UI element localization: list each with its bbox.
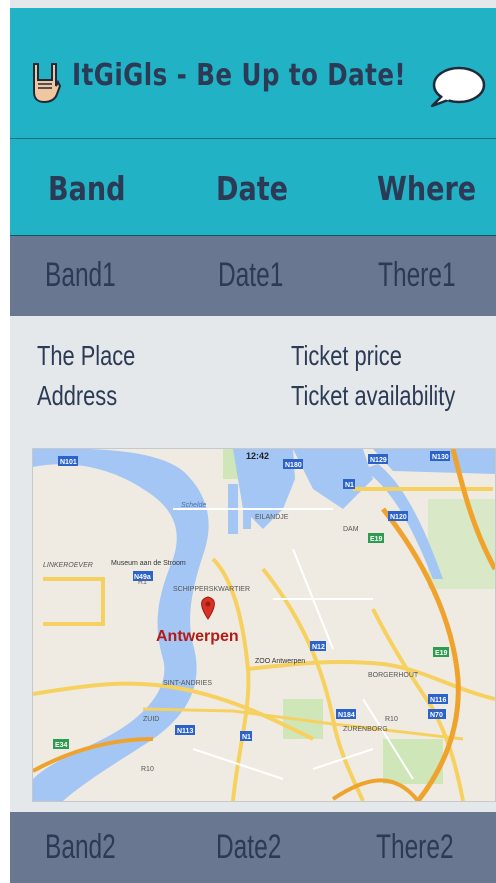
- map-label-r1: R1: [138, 579, 147, 586]
- map-label-borgerhout: BORGERHOUT: [368, 672, 419, 679]
- gig-row-2-where: There2: [376, 828, 454, 866]
- road-label-n180: N180: [285, 462, 302, 469]
- gig-row-2[interactable]: Band2 Date2 There2: [10, 812, 496, 883]
- map-label-schelde: Schelde: [181, 502, 206, 509]
- gig-row-1-band: Band1: [45, 256, 116, 294]
- map-label-linkeroever: LINKEROEVER: [43, 562, 93, 569]
- map-label-zuid: ZUID: [143, 716, 159, 723]
- location-map[interactable]: N101 N180 N129 N130 N1 N120 N49a E19 E34…: [32, 448, 496, 802]
- road-label-n101: N101: [60, 459, 77, 466]
- road-label-n113: N113: [177, 728, 193, 735]
- road-label-e34: E34: [55, 742, 68, 749]
- road-label-n184: N184: [338, 712, 355, 719]
- map-time: 12:42: [246, 451, 269, 461]
- road-label-n1: N1: [345, 482, 354, 489]
- gig-row-2-band: Band2: [45, 828, 116, 866]
- app-title: ItGiGls - Be Up to Date!: [72, 58, 407, 93]
- map-label-museum: Museum aan de Stroom: [111, 560, 186, 567]
- map-label-zoo: ZOO Antwerpen: [255, 658, 305, 665]
- map-canvas[interactable]: N101 N180 N129 N130 N1 N120 N49a E19 E34…: [33, 449, 495, 801]
- column-header-date[interactable]: Date: [216, 169, 288, 208]
- column-header-band[interactable]: Band: [48, 169, 126, 208]
- place-address: Address: [37, 380, 118, 411]
- road-label-n70: N70: [430, 712, 443, 719]
- app-header: ItGiGls - Be Up to Date!: [10, 8, 496, 139]
- speech-bubble-icon[interactable]: [428, 65, 486, 109]
- map-label-zurenborg: ZURENBORG: [343, 726, 388, 733]
- ticket-availability: Ticket availability: [291, 380, 456, 411]
- gig-row-1-date: Date1: [218, 256, 284, 294]
- gig-detail-panel: The Place Address Ticket price Ticket av…: [10, 318, 496, 812]
- road-label-n130: N130: [432, 454, 449, 461]
- ticket-price: Ticket price: [291, 340, 402, 371]
- gig-row-1-where: There1: [378, 256, 456, 294]
- column-header-bar: Band Date Where: [10, 139, 496, 236]
- road-label-n129: N129: [370, 457, 387, 464]
- map-label-dam: DAM: [343, 526, 359, 533]
- map-label-schipperskwartier: SCHIPPERSKWARTIER: [173, 586, 250, 593]
- gig-row-2-date: Date2: [216, 828, 282, 866]
- road-label-n120: N120: [390, 514, 407, 521]
- road-label-e19: E19: [370, 536, 383, 543]
- map-city-label: Antwerpen: [156, 628, 239, 645]
- rock-hand-icon: [33, 63, 62, 104]
- place-name: The Place: [37, 340, 136, 371]
- road-label-n1b: N1: [242, 734, 251, 741]
- map-label-sint-andries: SINT-ANDRIES: [163, 680, 212, 687]
- road-label-e19b: E19: [435, 650, 448, 657]
- map-label-r10b: R10: [385, 716, 398, 723]
- road-label-n116: N116: [430, 697, 446, 704]
- app-frame: ItGiGls - Be Up to Date! Band Date Where…: [10, 0, 496, 883]
- gig-row-1[interactable]: Band1 Date1 There1: [10, 236, 496, 316]
- map-label-eilandje: EILANDJE: [255, 514, 289, 521]
- column-header-where[interactable]: Where: [377, 169, 476, 208]
- map-label-r10: R10: [141, 766, 154, 773]
- road-label-n12: N12: [312, 644, 325, 651]
